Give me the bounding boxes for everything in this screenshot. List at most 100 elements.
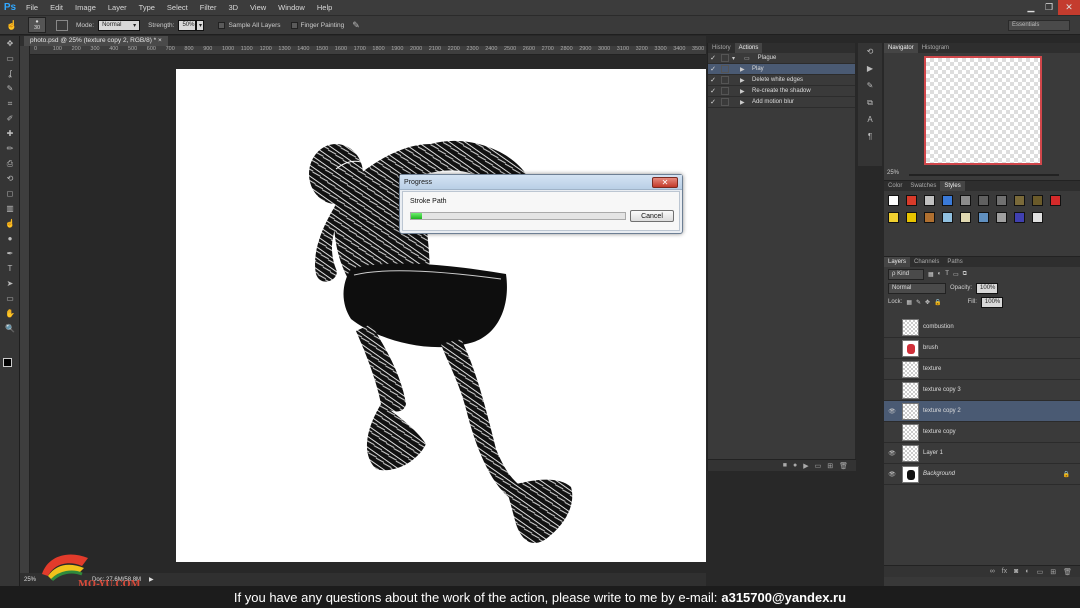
style-swatch[interactable] xyxy=(960,195,971,206)
style-swatch[interactable] xyxy=(942,212,953,223)
dialog-close-button[interactable]: ✕ xyxy=(652,177,678,188)
lasso-tool-icon[interactable]: ʆ xyxy=(0,66,20,81)
style-swatch[interactable] xyxy=(1032,195,1043,206)
stop-icon[interactable]: ■ xyxy=(783,462,787,469)
layer-row[interactable]: 👁 Background 🔒 xyxy=(884,464,1080,485)
link-layers-icon[interactable]: ∞ xyxy=(990,568,995,575)
action-set-row[interactable]: ✓ ▾ ▭ Plague xyxy=(708,53,855,64)
layer-thumbnail[interactable] xyxy=(902,318,919,336)
layer-row[interactable]: 👁 Layer 1 xyxy=(884,443,1080,464)
menu-help[interactable]: Help xyxy=(311,3,338,12)
pixel-filter-icon[interactable]: ▦ xyxy=(928,271,934,278)
eraser-tool-icon[interactable]: ◻ xyxy=(0,186,20,201)
workspace-select[interactable]: Essentials xyxy=(1008,19,1070,31)
zoom-level[interactable]: 25% xyxy=(24,577,36,583)
collapse-arrow-icon[interactable]: ▶ xyxy=(740,66,748,73)
action-row[interactable]: ✓ ▶ Delete white edges xyxy=(708,75,855,86)
tab-swatches[interactable]: Swatches xyxy=(906,181,940,191)
style-swatch[interactable] xyxy=(906,195,917,206)
hand-tool-icon[interactable]: ✋ xyxy=(0,306,20,321)
path-select-tool-icon[interactable]: ➤ xyxy=(0,276,20,291)
navigator-thumbnail[interactable] xyxy=(924,56,1042,165)
close-window-button[interactable]: ✕ xyxy=(1058,0,1080,15)
menu-edit[interactable]: Edit xyxy=(44,3,69,12)
expand-chevron-icon[interactable]: ▾ xyxy=(732,55,740,62)
action-toggle-checkbox[interactable]: ✓ xyxy=(708,87,718,95)
lock-pixels-icon[interactable]: ✎ xyxy=(916,299,921,306)
paragraph-panel-icon[interactable]: ¶ xyxy=(858,128,882,145)
new-layer-icon[interactable]: ⊞ xyxy=(1050,568,1056,576)
action-row[interactable]: ✓ ▶ Play xyxy=(708,64,855,75)
visibility-eye-icon[interactable]: 👁 xyxy=(884,408,900,415)
layer-row[interactable]: texture copy xyxy=(884,422,1080,443)
style-swatch[interactable] xyxy=(888,212,899,223)
layer-name[interactable]: Background xyxy=(923,471,955,477)
tab-histogram[interactable]: Histogram xyxy=(918,43,953,53)
style-swatch[interactable] xyxy=(924,195,935,206)
action-row[interactable]: ✓ ▶ Re-create the shadow xyxy=(708,86,855,97)
menu-3d[interactable]: 3D xyxy=(222,3,244,12)
visibility-eye-icon[interactable]: 👁 xyxy=(884,471,900,478)
eyedropper-tool-icon[interactable]: ✐ xyxy=(0,111,20,126)
action-toggle-checkbox[interactable]: ✓ xyxy=(708,54,718,62)
new-set-icon[interactable]: ▭ xyxy=(815,462,822,470)
history-panel-icon[interactable]: ⟲ xyxy=(858,43,882,60)
style-swatch[interactable] xyxy=(906,212,917,223)
mode-select[interactable]: Normal ▾ xyxy=(98,19,141,31)
pen-tool-icon[interactable]: ✒ xyxy=(0,246,20,261)
new-group-icon[interactable]: ▭ xyxy=(1037,568,1044,576)
layer-thumbnail[interactable] xyxy=(902,339,919,357)
play-icon[interactable]: ▶ xyxy=(803,462,808,470)
crop-tool-icon[interactable]: ⌗ xyxy=(0,96,20,111)
style-swatch[interactable] xyxy=(1032,212,1043,223)
dialog-toggle-box[interactable] xyxy=(721,65,729,73)
layer-thumbnail[interactable] xyxy=(902,465,919,483)
dodge-tool-icon[interactable]: ● xyxy=(0,231,20,246)
collapse-arrow-icon[interactable]: ▶ xyxy=(740,77,748,84)
style-swatch[interactable] xyxy=(996,212,1007,223)
collapse-arrow-icon[interactable]: ▶ xyxy=(740,88,748,95)
fill-input[interactable]: 100% xyxy=(980,296,1003,308)
dialog-toggle-box[interactable] xyxy=(721,98,729,106)
layer-name[interactable]: texture copy xyxy=(923,429,956,435)
gradient-tool-icon[interactable]: ▥ xyxy=(0,201,20,216)
smudge-tool-icon[interactable]: ☝ xyxy=(6,20,22,31)
menu-window[interactable]: Window xyxy=(272,3,311,12)
layer-row[interactable]: texture xyxy=(884,359,1080,380)
shape-filter-icon[interactable]: ▭ xyxy=(953,271,959,278)
tab-layers[interactable]: Layers xyxy=(884,257,911,267)
layer-thumbnail[interactable] xyxy=(902,423,919,441)
brush-tool-icon[interactable]: ✏ xyxy=(0,141,20,156)
action-toggle-checkbox[interactable]: ✓ xyxy=(708,76,718,84)
action-toggle-checkbox[interactable]: ✓ xyxy=(708,65,718,73)
marquee-tool-icon[interactable]: ▭ xyxy=(0,51,20,66)
style-swatch[interactable] xyxy=(978,212,989,223)
layer-name[interactable]: texture copy 3 xyxy=(923,387,961,393)
shape-tool-icon[interactable]: ▭ xyxy=(0,291,20,306)
clone-source-icon[interactable]: ⧉ xyxy=(858,94,882,111)
style-swatch[interactable] xyxy=(942,195,953,206)
document-canvas[interactable] xyxy=(176,69,706,562)
tab-navigator[interactable]: Navigator xyxy=(884,43,918,53)
strength-slider-button[interactable]: ▾ xyxy=(196,19,205,31)
move-tool-icon[interactable]: ✥ xyxy=(0,36,20,51)
layer-mask-icon[interactable]: ◙ xyxy=(1014,568,1018,575)
lock-transparent-icon[interactable]: ▦ xyxy=(906,299,912,306)
layer-kind-filter[interactable]: ρ Kind xyxy=(888,268,924,280)
menu-file[interactable]: File xyxy=(20,3,44,12)
new-action-icon[interactable]: ⊞ xyxy=(827,462,833,470)
brush-preset-picker[interactable]: ● 30 xyxy=(28,17,46,33)
menu-image[interactable]: Image xyxy=(69,3,102,12)
actions-panel-icon[interactable]: ▶ xyxy=(858,60,882,77)
strength-input[interactable]: 50% xyxy=(178,19,197,31)
layer-row[interactable]: brush xyxy=(884,338,1080,359)
tab-color[interactable]: Color xyxy=(884,181,906,191)
adjustment-filter-icon[interactable]: ◐ xyxy=(938,271,942,277)
layer-name[interactable]: texture xyxy=(923,366,941,372)
brush-panel-toggle-icon[interactable] xyxy=(56,19,68,31)
history-brush-tool-icon[interactable]: ⟲ xyxy=(0,171,20,186)
menu-select[interactable]: Select xyxy=(161,3,194,12)
close-tab-icon[interactable]: × xyxy=(158,37,162,44)
collapse-arrow-icon[interactable]: ▶ xyxy=(740,99,748,106)
layer-row[interactable]: texture copy 3 xyxy=(884,380,1080,401)
